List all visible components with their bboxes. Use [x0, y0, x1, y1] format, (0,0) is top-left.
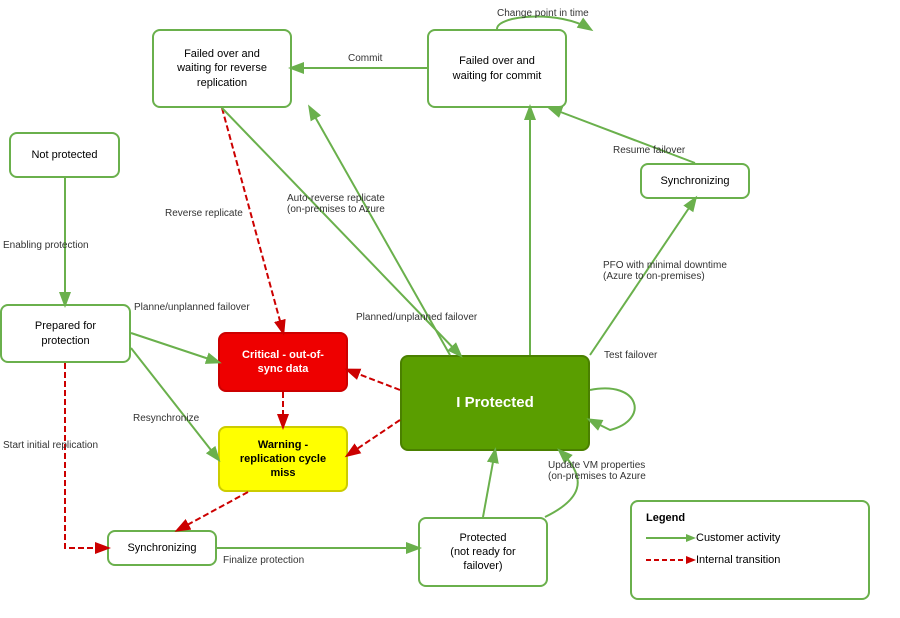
- failed-over-commit-label: Failed over andwaiting for commit: [453, 54, 542, 83]
- legend-box: Legend Customer activity Internal transi…: [630, 500, 870, 600]
- critical-label: Critical - out-of-sync data: [242, 348, 324, 377]
- start-initial-replication-label: Start initial replication: [3, 440, 98, 451]
- resynchronize-label: Resynchronize: [133, 413, 199, 424]
- protected-main-state: I Protected: [400, 355, 590, 451]
- planne-unplanned-label: Planne/unplanned failover: [134, 302, 250, 313]
- resume-failover-label: Resume failover: [613, 145, 685, 156]
- test-failover-label: Test failover: [604, 350, 657, 361]
- warning-label: Warning -replication cyclemiss: [240, 438, 326, 481]
- not-protected-label: Not protected: [31, 148, 97, 162]
- update-vm-label: Update VM properties(on-premises to Azur…: [548, 460, 646, 482]
- reverse-replicate-label: Reverse replicate: [165, 208, 243, 219]
- legend-customer-activity: Customer activity: [646, 530, 854, 546]
- internal-transition-label: Internal transition: [696, 554, 780, 566]
- internal-transition-arrow-icon: [646, 552, 696, 568]
- commit-label: Commit: [348, 53, 382, 64]
- synchronizing-top-state: Synchronizing: [640, 163, 750, 199]
- planned-unplanned-right-label: Planned/unplanned failover: [356, 312, 477, 323]
- protected-not-ready-state: Protected(not ready forfailover): [418, 517, 548, 587]
- prepared-for-protection-state: Prepared forprotection: [0, 304, 131, 363]
- warning-state: Warning -replication cyclemiss: [218, 426, 348, 492]
- protected-not-ready-label: Protected(not ready forfailover): [450, 531, 515, 574]
- legend-title: Legend: [646, 512, 854, 524]
- critical-state: Critical - out-of-sync data: [218, 332, 348, 392]
- sync-top-label: Synchronizing: [660, 174, 729, 188]
- finalize-protection-label: Finalize protection: [223, 555, 304, 566]
- prepared-label: Prepared forprotection: [35, 319, 96, 348]
- synchronizing-bottom-state: Synchronizing: [107, 530, 217, 566]
- not-protected-state: Not protected: [9, 132, 120, 178]
- customer-activity-label: Customer activity: [696, 532, 780, 544]
- change-point-label: Change point in time: [497, 8, 589, 19]
- legend-internal-transition: Internal transition: [646, 552, 854, 568]
- protected-main-label: I Protected: [456, 393, 534, 413]
- failed-over-reverse-label: Failed over andwaiting for reversereplic…: [177, 47, 267, 90]
- failed-over-commit-state: Failed over andwaiting for commit: [427, 29, 567, 108]
- sync-bottom-label: Synchronizing: [127, 541, 196, 555]
- enabling-protection-label: Enabling protection: [3, 240, 89, 251]
- failed-over-reverse-state: Failed over andwaiting for reversereplic…: [152, 29, 292, 108]
- customer-activity-arrow-icon: [646, 530, 696, 546]
- auto-reverse-label: Auto-reverse replicate(on-premises to Az…: [287, 193, 385, 215]
- pfo-minimal-label: PFO with minimal downtime(Azure to on-pr…: [603, 260, 727, 282]
